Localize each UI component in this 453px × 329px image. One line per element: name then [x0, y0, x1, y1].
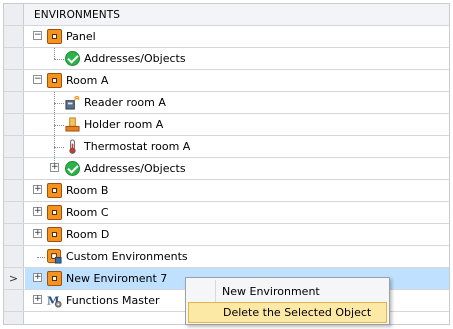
tree-item-label: Room D: [66, 228, 110, 241]
tree-item-label: Holder room A: [84, 118, 164, 131]
collapse-toggle[interactable]: −: [33, 75, 42, 84]
tree-row-reader-room-a[interactable]: Reader room A: [4, 92, 449, 114]
tree-item-label: Room A: [66, 74, 109, 87]
tree-item-label: Addresses/Objects: [84, 162, 186, 175]
row-selector[interactable]: [4, 136, 24, 157]
tree-item-label: Panel: [66, 30, 96, 43]
expand-toggle[interactable]: +: [33, 273, 42, 282]
context-menu: New Environment Delete the Selected Obje…: [185, 277, 390, 325]
custom-environment-icon: [47, 249, 62, 264]
tree-item-label: Room C: [66, 206, 109, 219]
environment-icon: [47, 227, 62, 242]
environment-icon: [47, 73, 62, 88]
current-row-indicator[interactable]: >: [4, 268, 24, 289]
card-holder-icon: [65, 117, 80, 132]
expand-toggle[interactable]: +: [50, 163, 59, 172]
tree-item-label: Reader room A: [84, 96, 166, 109]
tree-row-panel[interactable]: − Panel: [4, 26, 449, 48]
collapse-toggle[interactable]: −: [33, 31, 42, 40]
environment-icon: [47, 29, 62, 44]
row-selector[interactable]: [4, 26, 24, 47]
tree-row-room-a-addresses[interactable]: + Addresses/Objects: [4, 158, 449, 180]
header-selector-cell: [4, 4, 24, 25]
functions-master-icon: M: [47, 293, 62, 308]
row-selector[interactable]: [4, 92, 24, 113]
expand-toggle[interactable]: +: [33, 207, 42, 216]
tree-item-label: Addresses/Objects: [84, 52, 186, 65]
tree-item-label: Custom Environments: [66, 250, 188, 263]
tree-row-room-b[interactable]: + Room B: [4, 180, 449, 202]
expand-toggle[interactable]: +: [33, 295, 42, 304]
tree-row-thermostat-room-a[interactable]: Thermostat room A: [4, 136, 449, 158]
row-selector[interactable]: [4, 224, 24, 245]
row-selector[interactable]: [4, 48, 24, 69]
menu-item-delete-selected-object[interactable]: Delete the Selected Object: [188, 302, 387, 323]
tree-item-label: Thermostat room A: [84, 140, 191, 153]
check-icon: [65, 161, 80, 176]
thermostat-icon: [69, 139, 76, 154]
tree-item-label: Room B: [66, 184, 109, 197]
row-selector[interactable]: [4, 158, 24, 179]
tree-row-room-c[interactable]: + Room C: [4, 202, 449, 224]
menu-item-new-environment[interactable]: New Environment: [188, 281, 387, 302]
row-selector[interactable]: [4, 70, 24, 91]
environment-icon: [47, 271, 62, 286]
row-selector: [4, 312, 24, 324]
row-selector[interactable]: [4, 246, 24, 267]
expand-toggle[interactable]: +: [33, 185, 42, 194]
tree-item-label: New Enviroment 7: [66, 272, 168, 285]
column-header-environments: ENVIRONMENTS: [34, 9, 121, 21]
tree-row-room-a[interactable]: − Room A: [4, 70, 449, 92]
tree-row-panel-addresses[interactable]: Addresses/Objects: [4, 48, 449, 70]
environment-icon: [47, 205, 62, 220]
tree-row-custom-environments[interactable]: Custom Environments: [4, 246, 449, 268]
header-cell[interactable]: ENVIRONMENTS: [25, 4, 449, 25]
expand-toggle[interactable]: +: [33, 229, 42, 238]
row-selector[interactable]: [4, 114, 24, 135]
row-selector[interactable]: [4, 290, 24, 311]
row-selector[interactable]: [4, 202, 24, 223]
tree-row-holder-room-a[interactable]: Holder room A: [4, 114, 449, 136]
header-row: ENVIRONMENTS: [4, 4, 449, 26]
check-icon: [65, 51, 80, 66]
environment-icon: [47, 183, 62, 198]
tree-item-label: Functions Master: [66, 294, 160, 307]
row-selector[interactable]: [4, 180, 24, 201]
card-reader-icon: [65, 95, 80, 110]
tree-row-room-d[interactable]: + Room D: [4, 224, 449, 246]
